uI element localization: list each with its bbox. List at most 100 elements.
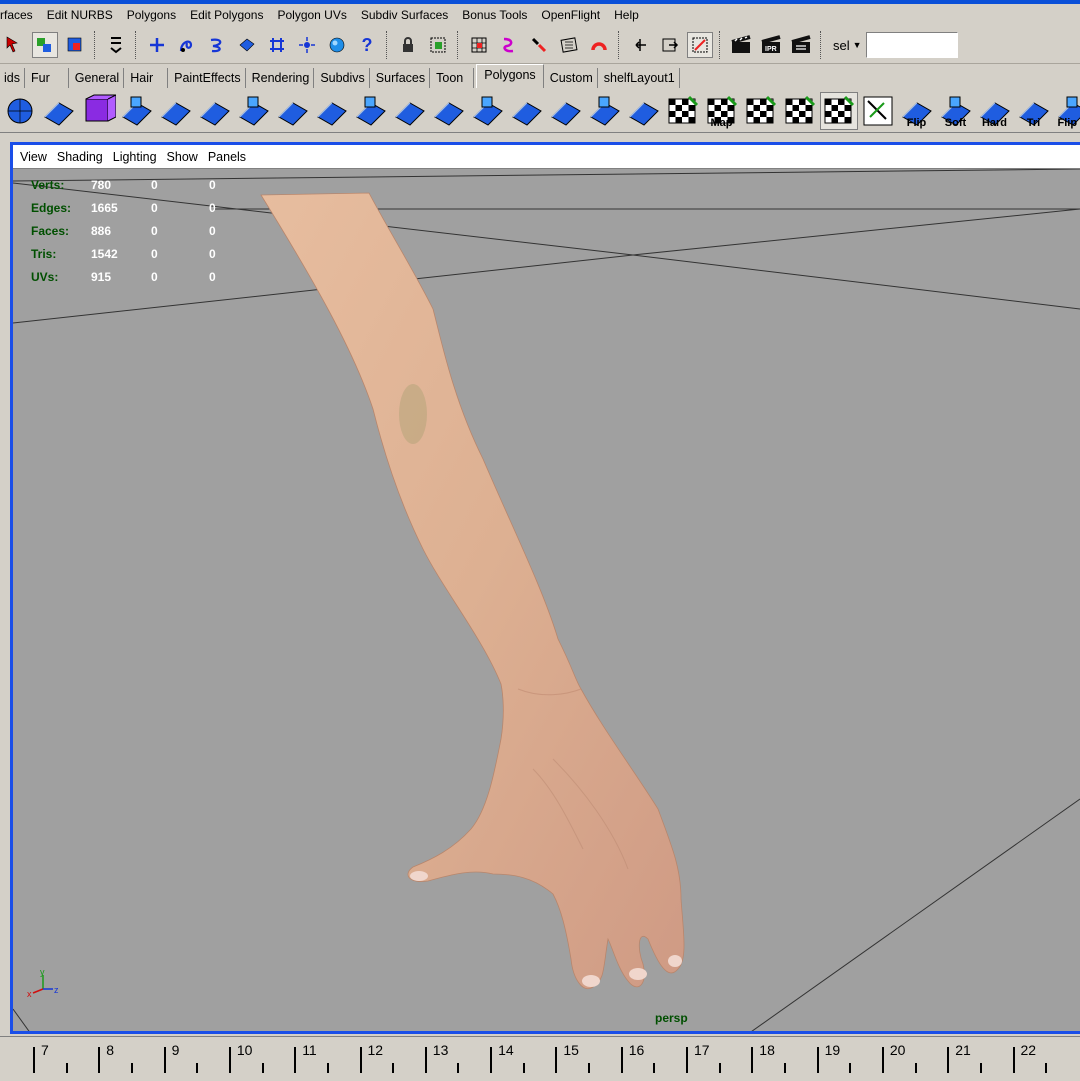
tab-fur[interactable]: Fur (27, 68, 69, 88)
panel-menu-lighting[interactable]: Lighting (108, 150, 162, 164)
menu-subdiv-surfaces[interactable]: Subdiv Surfaces (354, 4, 455, 26)
scene-canvas[interactable] (13, 169, 1080, 1031)
poly-separate-icon[interactable] (509, 93, 545, 129)
select-by-object-type-icon[interactable] (62, 32, 88, 58)
render-icon[interactable] (324, 32, 350, 58)
timeline-minor-tick (719, 1063, 721, 1073)
menu-polygons[interactable]: Polygons (120, 4, 183, 26)
snap-to-grid-icon[interactable] (144, 32, 170, 58)
render-settings-icon[interactable] (728, 32, 754, 58)
poly-center-pivot-icon[interactable] (626, 93, 662, 129)
menu-help[interactable]: Help (607, 4, 646, 26)
poly-smooth-icon[interactable] (392, 93, 428, 129)
snap-to-point-icon[interactable] (204, 32, 230, 58)
ipr-render-icon[interactable] (687, 32, 713, 58)
timeline-minor-tick (588, 1063, 590, 1073)
poly-quadrangulate-icon[interactable] (587, 93, 623, 129)
poly-cube-icon[interactable] (41, 93, 77, 129)
uv-layout-icon[interactable] (860, 93, 896, 129)
quick-select-input[interactable] (866, 32, 958, 58)
shelf-icon-label: Hard (977, 118, 1013, 129)
timeline-frame-label: 18 (759, 1042, 775, 1058)
menu-set-icon[interactable] (103, 32, 129, 58)
menu-edit-polygons[interactable]: Edit Polygons (183, 4, 270, 26)
auto-map-icon[interactable]: Map (704, 93, 740, 129)
select-by-hierarchy-icon[interactable] (32, 32, 58, 58)
toolbar-separator (719, 31, 722, 59)
triangulate-icon[interactable]: Tri (1016, 93, 1052, 129)
poly-extrude-icon[interactable] (197, 93, 233, 129)
tab-custom[interactable]: Custom (546, 68, 598, 88)
output-icon[interactable] (586, 32, 612, 58)
magnet-icon[interactable] (526, 32, 552, 58)
poly-merge-icon[interactable] (353, 93, 389, 129)
soft-select-icon[interactable] (496, 32, 522, 58)
poly-bevel-icon[interactable] (275, 93, 311, 129)
flip-normals-icon[interactable]: Flip (899, 93, 935, 129)
construction-icon[interactable] (627, 32, 653, 58)
tab-subdivs[interactable]: Subdivs (316, 68, 369, 88)
tab-hair[interactable]: Hair (126, 68, 168, 88)
tab-painteffects[interactable]: PaintEffects (170, 68, 245, 88)
flip-edge-icon[interactable]: Flip E (1055, 93, 1080, 129)
harden-edge-icon[interactable]: Hard (977, 93, 1013, 129)
timeline-major-tick (1013, 1047, 1015, 1073)
poly-cube-wire-icon[interactable] (80, 93, 116, 129)
lock-icon[interactable] (395, 32, 421, 58)
timeline-frame-label: 9 (172, 1042, 180, 1058)
timeline-minor-tick (980, 1063, 982, 1073)
poly-combine-icon[interactable] (470, 93, 506, 129)
tab-polygons[interactable]: Polygons (476, 64, 543, 88)
tab-fluids[interactable]: ids (0, 68, 25, 88)
tab-general[interactable]: General (71, 68, 124, 88)
shelf-icon-label: Flip (899, 118, 935, 129)
poly-subdiv-icon[interactable] (431, 93, 467, 129)
poly-select-icon[interactable] (158, 93, 194, 129)
poly-sphere-icon[interactable] (2, 93, 38, 129)
render-globals-icon[interactable] (788, 32, 814, 58)
poly-plane-icon[interactable] (119, 93, 155, 129)
menu-surfaces[interactable]: rfaces (0, 4, 40, 26)
spherical-map-icon[interactable] (782, 93, 818, 129)
uv-texture-editor-icon[interactable] (821, 93, 857, 129)
timeline-frame-label: 22 (1021, 1042, 1037, 1058)
poly-split-icon[interactable] (236, 93, 272, 129)
help-icon[interactable]: ? (354, 32, 380, 58)
panel-menu-panels[interactable]: Panels (203, 150, 251, 164)
render-ipr-clapper-icon[interactable]: IPR (758, 32, 784, 58)
planar-map-icon[interactable] (665, 93, 701, 129)
menu-openflight[interactable]: OpenFlight (534, 4, 607, 26)
hud-row: Verts:78000 (31, 173, 267, 196)
construction-history-icon[interactable] (294, 32, 320, 58)
timeline-major-tick (817, 1047, 819, 1073)
snap-to-curve-icon[interactable] (174, 32, 200, 58)
time-slider[interactable]: 78910111213141516171819202122 (0, 1036, 1080, 1081)
poly-triangulate-icon[interactable] (548, 93, 584, 129)
selection-mask-icon[interactable] (425, 32, 451, 58)
timeline-frame-label: 12 (368, 1042, 384, 1058)
tab-surfaces[interactable]: Surfaces (372, 68, 430, 88)
tab-toon[interactable]: Toon (432, 68, 474, 88)
cylindrical-map-icon[interactable] (743, 93, 779, 129)
tab-rendering[interactable]: Rendering (248, 68, 315, 88)
menu-bonus-tools[interactable]: Bonus Tools (455, 4, 534, 26)
panel-menu-shading[interactable]: Shading (52, 150, 108, 164)
render-frame-icon[interactable] (657, 32, 683, 58)
arm-model[interactable] (261, 193, 684, 989)
select-tool-icon[interactable] (2, 32, 28, 58)
show-manipulator-icon[interactable] (466, 32, 492, 58)
panel-menu-show[interactable]: Show (162, 150, 203, 164)
snap-to-view-plane-icon[interactable] (234, 32, 260, 58)
panel-menu-view[interactable]: View (13, 150, 52, 164)
input-icon[interactable] (556, 32, 582, 58)
timeline-minor-tick (66, 1063, 68, 1073)
perspective-viewport[interactable]: Verts:78000Edges:166500Faces:88600Tris:1… (13, 169, 1080, 1031)
menu-polygon-uvs[interactable]: Polygon UVs (270, 4, 353, 26)
soften-edge-icon[interactable]: Soft (938, 93, 974, 129)
tab-shelflayout1[interactable]: shelfLayout1 (600, 68, 680, 88)
make-live-icon[interactable] (264, 32, 290, 58)
poly-wedge-icon[interactable] (314, 93, 350, 129)
menu-edit-nurbs[interactable]: Edit NURBS (40, 4, 120, 26)
timeline-major-tick (882, 1047, 884, 1073)
chevron-down-icon[interactable]: ▼ (853, 40, 862, 50)
